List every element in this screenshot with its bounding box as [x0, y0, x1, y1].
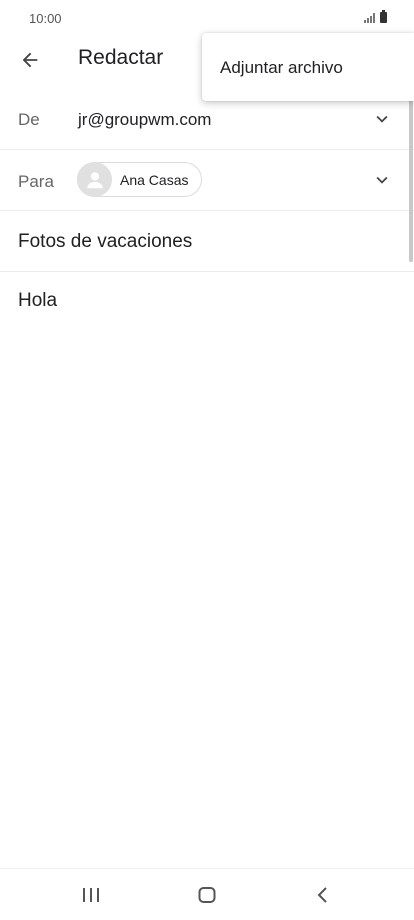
- battery-icon: [380, 10, 387, 23]
- from-expand-button[interactable]: [370, 107, 394, 131]
- subject-field[interactable]: Fotos de vacaciones: [0, 211, 414, 272]
- page-title: Redactar: [78, 46, 164, 69]
- to-label: Para: [18, 172, 54, 191]
- arrow-back-icon: [22, 52, 38, 68]
- recent-apps-icon: [83, 888, 99, 902]
- status-time: 10:00: [29, 11, 62, 26]
- status-bar: 10:00: [0, 0, 414, 36]
- from-value[interactable]: jr@groupwm.com: [78, 110, 211, 130]
- overflow-menu: Adjuntar archivo: [202, 33, 414, 101]
- recipient-chip[interactable]: Ana Casas: [77, 162, 203, 197]
- menu-item-attach-file[interactable]: Adjuntar archivo: [220, 58, 343, 78]
- person-icon: [86, 171, 103, 188]
- chevron-down-icon: [376, 115, 388, 123]
- recent-apps-button[interactable]: [71, 881, 111, 909]
- scrollbar[interactable]: [409, 86, 413, 262]
- status-icons: [364, 10, 387, 23]
- system-back-button[interactable]: [303, 881, 343, 909]
- body-input[interactable]: Hola: [18, 290, 57, 312]
- from-label: De: [18, 110, 40, 129]
- signal-icon: [364, 13, 375, 23]
- subject-input[interactable]: Fotos de vacaciones: [18, 231, 192, 253]
- home-button[interactable]: [187, 881, 227, 909]
- to-field[interactable]: Para Ana Casas: [0, 150, 414, 211]
- to-expand-button[interactable]: [370, 168, 394, 192]
- recipient-name: Ana Casas: [120, 171, 189, 188]
- compose-screen: 10:00 Redactar De jr@groupwm.com Para An…: [0, 0, 414, 920]
- navigation-bar: [0, 868, 414, 920]
- home-icon: [198, 887, 216, 903]
- back-icon: [317, 887, 327, 903]
- back-button[interactable]: [14, 44, 46, 76]
- chevron-down-icon: [376, 176, 388, 184]
- avatar: [77, 162, 112, 197]
